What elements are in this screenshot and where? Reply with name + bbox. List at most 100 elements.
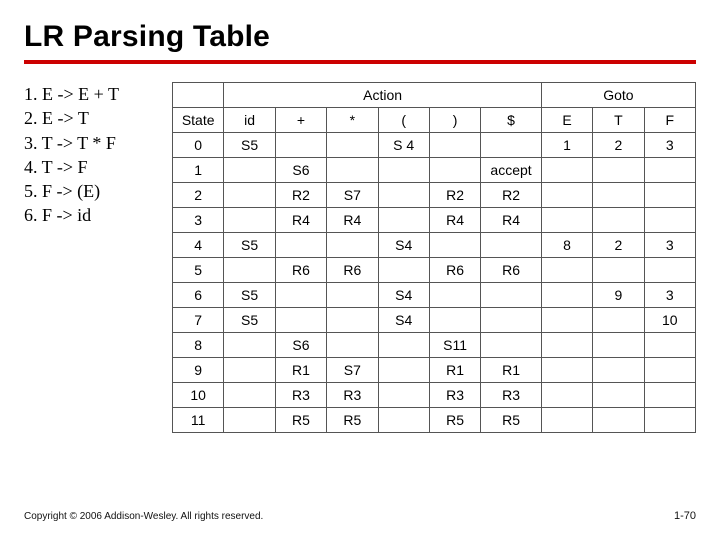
section-header-row: Action Goto — [173, 83, 696, 108]
table-row: 5R6R6R6R6 — [173, 258, 696, 283]
table-row: 10R3R3R3R3 — [173, 383, 696, 408]
table-cell — [327, 308, 378, 333]
table-cell — [378, 358, 429, 383]
table-cell — [224, 358, 275, 383]
table-cell: R3 — [481, 383, 542, 408]
table-cell: R6 — [327, 258, 378, 283]
footer-copyright: Copyright © 2006 Addison-Wesley. All rig… — [24, 511, 263, 522]
parsing-table: Action Goto State id + * ( ) $ E T F 0S5… — [172, 82, 696, 433]
table-cell: R2 — [481, 183, 542, 208]
state-cell: 11 — [173, 408, 224, 433]
table-cell — [644, 358, 695, 383]
state-cell: 1 — [173, 158, 224, 183]
table-cell: 3 — [644, 133, 695, 158]
table-cell — [644, 383, 695, 408]
table-cell — [481, 308, 542, 333]
table-cell — [327, 133, 378, 158]
table-cell: 1 — [541, 133, 592, 158]
col-header: id — [224, 108, 275, 133]
goto-section-header: Goto — [541, 83, 695, 108]
table-cell: R5 — [327, 408, 378, 433]
table-cell: S5 — [224, 133, 275, 158]
grammar-rule: 2. E -> T — [24, 106, 154, 130]
grammar-rule: 3. T -> T * F — [24, 131, 154, 155]
action-section-header: Action — [224, 83, 541, 108]
table-cell: R6 — [429, 258, 480, 283]
grammar-rule: 6. F -> id — [24, 203, 154, 227]
table-cell: R3 — [275, 383, 326, 408]
col-header: ) — [429, 108, 480, 133]
table-cell: R5 — [429, 408, 480, 433]
table-cell: R1 — [275, 358, 326, 383]
state-cell: 10 — [173, 383, 224, 408]
table-cell: 3 — [644, 233, 695, 258]
col-header: $ — [481, 108, 542, 133]
table-cell — [541, 208, 592, 233]
table-row: 1S6accept — [173, 158, 696, 183]
state-cell: 0 — [173, 133, 224, 158]
table-cell — [541, 283, 592, 308]
table-cell: R6 — [481, 258, 542, 283]
col-header: * — [327, 108, 378, 133]
table-cell: R4 — [275, 208, 326, 233]
table-cell — [224, 383, 275, 408]
table-cell — [224, 258, 275, 283]
table-cell — [593, 408, 644, 433]
table-cell — [644, 208, 695, 233]
table-cell — [481, 233, 542, 258]
table-cell — [593, 208, 644, 233]
table-cell — [481, 333, 542, 358]
state-cell: 4 — [173, 233, 224, 258]
table-cell — [541, 183, 592, 208]
table-cell — [275, 308, 326, 333]
state-cell: 2 — [173, 183, 224, 208]
table-cell: R3 — [327, 383, 378, 408]
table-cell — [481, 283, 542, 308]
table-cell: S5 — [224, 283, 275, 308]
table-cell: 2 — [593, 233, 644, 258]
grammar-rule: 5. F -> (E) — [24, 179, 154, 203]
table-cell — [429, 133, 480, 158]
table-cell — [275, 233, 326, 258]
table-row: 6S5S493 — [173, 283, 696, 308]
table-cell — [593, 183, 644, 208]
table-cell — [541, 258, 592, 283]
table-cell: R2 — [275, 183, 326, 208]
table-row: 2R2S7R2R2 — [173, 183, 696, 208]
table-row: 7S5S410 — [173, 308, 696, 333]
table-cell — [429, 308, 480, 333]
table-cell: accept — [481, 158, 542, 183]
table-row: 4S5S4823 — [173, 233, 696, 258]
table-cell — [481, 133, 542, 158]
table-cell: S 4 — [378, 133, 429, 158]
table-cell — [593, 308, 644, 333]
table-cell — [378, 333, 429, 358]
table-cell — [378, 258, 429, 283]
table-row: 8S6S11 — [173, 333, 696, 358]
table-cell: R5 — [275, 408, 326, 433]
col-state-header: State — [173, 108, 224, 133]
table-cell: R1 — [481, 358, 542, 383]
parsing-table-wrap: Action Goto State id + * ( ) $ E T F 0S5… — [172, 82, 696, 433]
table-cell: R1 — [429, 358, 480, 383]
table-cell: R3 — [429, 383, 480, 408]
table-cell — [224, 408, 275, 433]
parsing-table-body: 0S5S 41231S6accept2R2S7R2R23R4R4R4R44S5S… — [173, 133, 696, 433]
table-cell: 10 — [644, 308, 695, 333]
slide-title: LR Parsing Table — [24, 20, 696, 54]
table-cell — [541, 308, 592, 333]
table-cell — [224, 208, 275, 233]
grammar-list: 1. E -> E + T 2. E -> T 3. T -> T * F 4.… — [24, 82, 154, 228]
table-cell — [275, 283, 326, 308]
table-cell — [224, 158, 275, 183]
table-cell — [644, 258, 695, 283]
table-cell — [541, 383, 592, 408]
title-rule — [24, 60, 696, 64]
table-cell — [541, 158, 592, 183]
table-cell — [593, 158, 644, 183]
state-cell: 8 — [173, 333, 224, 358]
table-row: 0S5S 4123 — [173, 133, 696, 158]
table-cell — [541, 358, 592, 383]
table-cell: S7 — [327, 183, 378, 208]
table-cell: S11 — [429, 333, 480, 358]
